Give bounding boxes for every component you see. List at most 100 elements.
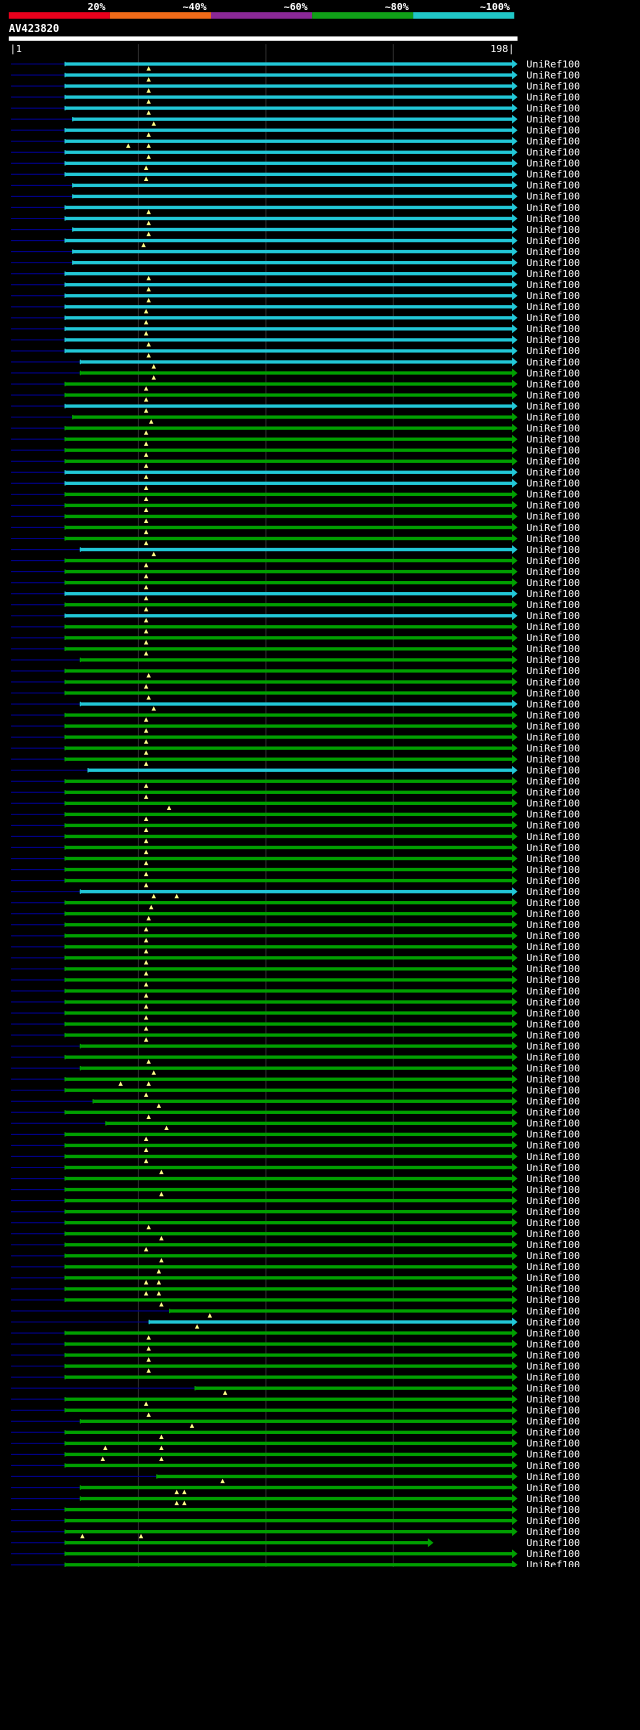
hit-label[interactable]: UniRef100_O64443: [526, 578, 622, 589]
hit-label[interactable]: UniRef100_P04781: [526, 876, 622, 887]
hit-label[interactable]: UniRef100_Q41787: [526, 1163, 622, 1174]
hit-bar[interactable]: [72, 117, 514, 121]
hit-bar[interactable]: [64, 1530, 514, 1534]
hit-bar[interactable]: [64, 481, 514, 485]
hit-label[interactable]: UniRef100_P04777: [526, 1008, 622, 1019]
hit-bar[interactable]: [79, 1044, 514, 1048]
hit-bar[interactable]: [64, 901, 514, 905]
hit-label[interactable]: UniRef100_P27497: [526, 1251, 622, 1262]
hit-label[interactable]: UniRef100_P04779: [526, 810, 622, 821]
hit-label[interactable]: UniRef100_B4YYB6: [526, 1108, 622, 1119]
hit-bar[interactable]: [64, 172, 514, 177]
hit-bar[interactable]: [64, 735, 514, 739]
hit-label[interactable]: UniRef100_Q8LCZ4: [526, 975, 622, 986]
hit-label[interactable]: UniRef100_P04780: [526, 512, 622, 523]
hit-label[interactable]: UniRef100_Q32291: [526, 931, 622, 942]
hit-bar[interactable]: [64, 592, 514, 596]
hit-bar[interactable]: [64, 1088, 514, 1092]
hit-bar[interactable]: [64, 1143, 514, 1148]
hit-bar[interactable]: [64, 724, 514, 728]
hit-label[interactable]: UniRef100_P08963: [526, 1075, 622, 1086]
hit-bar[interactable]: [92, 1099, 514, 1103]
hit-label[interactable]: UniRef100_P06671: [526, 1185, 622, 1196]
hit-label[interactable]: UniRef100_Q9XQ83: [526, 225, 622, 236]
hit-label[interactable]: UniRef100_Q40065: [526, 1406, 622, 1417]
hit-label[interactable]: UniRef100_B4FGG4: [526, 1273, 622, 1284]
hit-bar[interactable]: [64, 757, 514, 761]
hit-label[interactable]: UniRef100_P07369: [526, 379, 622, 390]
hit-label[interactable]: UniRef100_Q7V1A1: [526, 1141, 622, 1152]
hit-label[interactable]: UniRef100_P27492: [526, 721, 622, 732]
hit-bar[interactable]: [64, 1265, 514, 1269]
hit-bar[interactable]: [64, 525, 514, 530]
hit-bar[interactable]: [64, 382, 514, 386]
hit-label[interactable]: UniRef100_C5YVW5: [526, 1295, 622, 1306]
hit-bar[interactable]: [64, 503, 514, 508]
hit-label[interactable]: UniRef100_Q9ZP08: [526, 59, 622, 70]
hit-label[interactable]: UniRef100_A5BPB2: [526, 655, 622, 666]
hit-label[interactable]: UniRef100_O64445: [526, 446, 622, 457]
hit-label[interactable]: UniRef100_O22669: [526, 710, 622, 721]
hit-bar[interactable]: [64, 1441, 514, 1446]
hit-bar[interactable]: [64, 1408, 514, 1412]
hit-label[interactable]: UniRef100_P09756: [526, 192, 622, 203]
hit-bar[interactable]: [64, 338, 514, 342]
hit-label[interactable]: UniRef100_O81391: [526, 70, 622, 81]
hit-label[interactable]: UniRef100_C5IFT7: [526, 997, 622, 1008]
hit-bar[interactable]: [64, 349, 514, 353]
hit-bar[interactable]: [72, 415, 514, 419]
hit-bar[interactable]: [64, 625, 514, 629]
hit-bar[interactable]: [64, 1563, 514, 1567]
hit-label[interactable]: UniRef100_Q40247: [526, 435, 622, 446]
hit-bar[interactable]: [64, 536, 514, 541]
hit-bar[interactable]: [64, 878, 514, 883]
hit-label[interactable]: UniRef100_O64448: [526, 390, 622, 401]
hit-label[interactable]: UniRef100_B0L806: [526, 1350, 622, 1361]
hit-label[interactable]: UniRef100_O24226: [526, 1439, 622, 1450]
hit-bar[interactable]: [64, 1552, 514, 1556]
hit-label[interactable]: UniRef100_Q1KLZ3: [526, 159, 622, 170]
hit-bar[interactable]: [64, 272, 514, 276]
hit-bar[interactable]: [64, 1198, 514, 1203]
hit-bar[interactable]: [64, 1397, 514, 1401]
hit-label[interactable]: UniRef100_A8D752: [526, 1097, 622, 1108]
hit-label[interactable]: UniRef100_A7QQL7: [526, 1207, 622, 1218]
hit-bar[interactable]: [105, 1121, 514, 1126]
hit-label[interactable]: UniRef100_Q41422: [526, 832, 622, 843]
hit-bar[interactable]: [194, 1386, 514, 1390]
hit-label[interactable]: UniRef100_C6TNE6: [526, 181, 622, 192]
hit-label[interactable]: UniRef100_Q9LKI0: [526, 126, 622, 137]
hit-bar[interactable]: [79, 371, 514, 375]
hit-bar[interactable]: [64, 106, 514, 110]
hit-bar[interactable]: [64, 1110, 514, 1114]
hit-label[interactable]: UniRef100_P07371: [526, 114, 622, 125]
hit-label[interactable]: UniRef100_P14277: [526, 1538, 622, 1549]
hit-bar[interactable]: [64, 1000, 514, 1004]
hit-label[interactable]: UniRef100_P08221: [526, 1317, 622, 1328]
hit-label[interactable]: UniRef100_P27490: [526, 137, 622, 148]
hit-label[interactable]: UniRef100_Q84U94: [526, 1052, 622, 1063]
hit-label[interactable]: UniRef100_P27495: [526, 148, 622, 159]
hit-bar[interactable]: [64, 1132, 514, 1137]
hit-bar[interactable]: [64, 934, 514, 938]
hit-bar[interactable]: [64, 569, 514, 574]
hit-label[interactable]: UniRef100_B1PL34: [526, 1472, 622, 1483]
hit-label[interactable]: UniRef100_B9SF47: [526, 600, 622, 611]
hit-bar[interactable]: [79, 658, 514, 662]
hit-label[interactable]: UniRef100_P04778: [526, 1086, 622, 1097]
hit-label[interactable]: UniRef100_B4FUR1: [526, 1229, 622, 1240]
hit-bar[interactable]: [79, 1496, 514, 1501]
hit-bar[interactable]: [79, 702, 514, 706]
hit-bar[interactable]: [64, 139, 514, 143]
hit-bar[interactable]: [64, 1463, 514, 1468]
hit-label[interactable]: UniRef100_Q9M600: [526, 412, 622, 423]
hit-bar[interactable]: [64, 790, 514, 794]
hit-label[interactable]: UniRef100_Q41421: [526, 843, 622, 854]
hit-label[interactable]: UniRef100_B6STN4: [526, 1196, 622, 1207]
hit-bar[interactable]: [64, 603, 514, 607]
hit-bar[interactable]: [169, 1309, 514, 1313]
hit-label[interactable]: UniRef100_P12330: [526, 1428, 622, 1439]
hit-bar[interactable]: [79, 1066, 514, 1070]
hit-label[interactable]: UniRef100_Q41426: [526, 732, 622, 743]
hit-bar[interactable]: [64, 912, 514, 916]
